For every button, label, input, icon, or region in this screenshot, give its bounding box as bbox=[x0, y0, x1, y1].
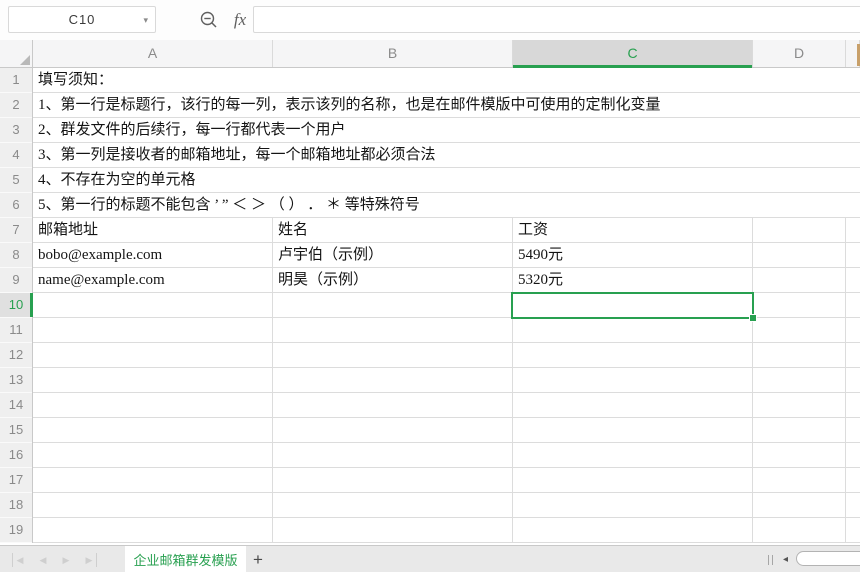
column-header-b[interactable]: B bbox=[273, 40, 513, 67]
row-header-7[interactable]: 7 bbox=[0, 218, 32, 243]
select-all-triangle-icon bbox=[20, 55, 30, 65]
row-header-12[interactable]: 12 bbox=[0, 343, 32, 368]
gridline bbox=[752, 217, 753, 543]
row-header-8[interactable]: 8 bbox=[0, 243, 32, 268]
row-header-10[interactable]: 10 bbox=[0, 293, 32, 318]
row-header-3[interactable]: 3 bbox=[0, 118, 32, 143]
gridline bbox=[272, 217, 273, 543]
cell-A5[interactable]: 4、不存在为空的单元格 bbox=[38, 168, 196, 193]
cell-A9[interactable]: name@example.com bbox=[38, 268, 165, 293]
cell-B9[interactable]: 明昊（示例） bbox=[278, 268, 368, 293]
cell-A7[interactable]: 邮箱地址 bbox=[38, 218, 98, 243]
row-header-13[interactable]: 13 bbox=[0, 368, 32, 393]
row-header-2[interactable]: 2 bbox=[0, 93, 32, 118]
cell-C8[interactable]: 5490元 bbox=[518, 243, 563, 268]
row-header-6[interactable]: 6 bbox=[0, 193, 32, 218]
fx-icon[interactable]: fx bbox=[226, 0, 254, 40]
cell-A4[interactable]: 3、第一列是接收者的邮箱地址，每一个邮箱地址都必须合法 bbox=[38, 143, 436, 168]
row-header-4[interactable]: 4 bbox=[0, 143, 32, 168]
cell-A2[interactable]: 1、第一行是标题行，该行的每一列，表示该列的名称，也是在邮件模版中可使用的定制化… bbox=[38, 93, 661, 118]
tab-scroll-splitter[interactable] bbox=[768, 555, 773, 565]
chevron-down-icon[interactable]: ▾ bbox=[143, 14, 148, 26]
row-header-1[interactable]: 1 bbox=[0, 68, 32, 93]
cell-C7[interactable]: 工资 bbox=[518, 218, 548, 243]
column-headers: ABCD bbox=[33, 40, 860, 68]
row-header-5[interactable]: 5 bbox=[0, 168, 32, 193]
row-header-9[interactable]: 9 bbox=[0, 268, 32, 293]
row-header-18[interactable]: 18 bbox=[0, 493, 32, 518]
row-header-16[interactable]: 16 bbox=[0, 443, 32, 468]
row-header-17[interactable]: 17 bbox=[0, 468, 32, 493]
cell-A1[interactable]: 填写须知： bbox=[38, 68, 113, 93]
prev-sheet-icon[interactable]: ◀ bbox=[36, 553, 50, 567]
spreadsheet-window: C10 ▾ fx ABCD 12345678910111213141516171… bbox=[0, 0, 860, 572]
formula-toolbar: C10 ▾ fx bbox=[0, 0, 860, 41]
row-header-14[interactable]: 14 bbox=[0, 393, 32, 418]
fill-handle[interactable] bbox=[749, 314, 757, 322]
select-all-corner[interactable] bbox=[0, 40, 33, 68]
cell-B8[interactable]: 卢宇伯（示例） bbox=[278, 243, 383, 268]
cell-A8[interactable]: bobo@example.com bbox=[38, 243, 162, 268]
row-header-15[interactable]: 15 bbox=[0, 418, 32, 443]
cell-A3[interactable]: 2、群发文件的后续行，每一行都代表一个用户 bbox=[38, 118, 346, 143]
cell-C9[interactable]: 5320元 bbox=[518, 268, 563, 293]
sheet-tab-active[interactable]: 企业邮箱群发模版 bbox=[125, 546, 246, 572]
zoom-out-icon[interactable] bbox=[198, 9, 220, 31]
sheet-tab-bar: ◀ ◀ ▶ ▶ 企业邮箱群发模版 + ◂ bbox=[0, 545, 860, 572]
gridline bbox=[512, 217, 513, 543]
formula-input[interactable] bbox=[253, 6, 860, 33]
name-box[interactable]: C10 ▾ bbox=[8, 6, 156, 33]
scroll-left-icon[interactable]: ◂ bbox=[783, 546, 788, 572]
gridline bbox=[845, 217, 846, 543]
last-sheet-icon[interactable]: ▶ bbox=[82, 553, 97, 567]
next-sheet-icon[interactable]: ▶ bbox=[59, 553, 73, 567]
column-header-d[interactable]: D bbox=[753, 40, 846, 67]
column-header-c[interactable]: C bbox=[513, 40, 753, 67]
cell-A6[interactable]: 5、第一行的标题不能包含 ’ ” ＜ ＞ （ ） ． ＊ 等特殊符号 bbox=[38, 193, 420, 218]
column-header-a[interactable]: A bbox=[33, 40, 273, 67]
row-headers: 12345678910111213141516171819 bbox=[0, 68, 33, 543]
horizontal-scrollbar-thumb[interactable] bbox=[796, 551, 860, 566]
cell-B7[interactable]: 姓名 bbox=[278, 218, 308, 243]
row-header-19[interactable]: 19 bbox=[0, 518, 32, 543]
sheet-nav: ◀ ◀ ▶ ▶ bbox=[12, 546, 97, 572]
first-sheet-icon[interactable]: ◀ bbox=[12, 553, 27, 567]
row-header-11[interactable]: 11 bbox=[0, 318, 32, 343]
add-sheet-button[interactable]: + bbox=[248, 546, 268, 572]
name-box-value: C10 bbox=[69, 12, 96, 27]
